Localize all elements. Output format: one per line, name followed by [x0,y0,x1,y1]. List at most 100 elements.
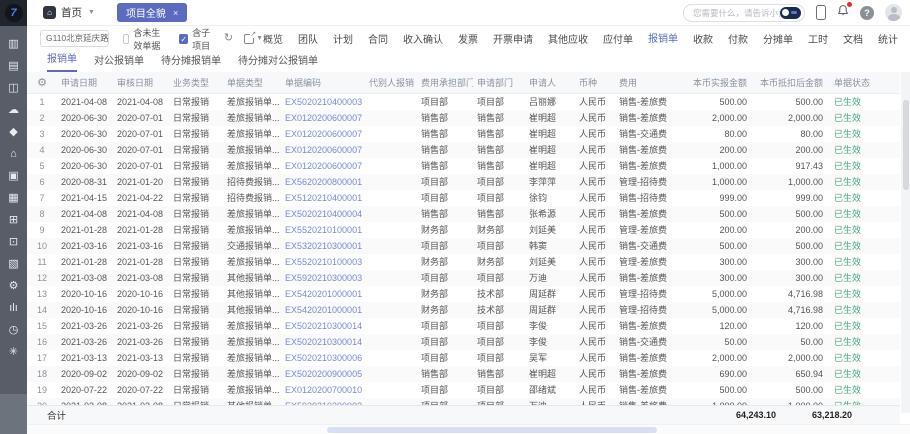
nav-item-发票[interactable]: 发票 [458,27,478,51]
app-logo[interactable]: 7 [0,0,27,26]
table-row[interactable]: 112021-01-282021-01-28日常报销差旅报销单...EX5520… [27,254,900,270]
doc-number-link[interactable]: EX0120200600007 [281,126,365,142]
doc-number-link[interactable]: EX0120200700010 [281,382,365,398]
table-row[interactable]: 162021-03-262021-03-26日常报销差旅报销单...EX5020… [27,334,900,350]
table-row[interactable]: 22020-06-302020-07-01日常报销差旅报销单...EX01202… [27,110,900,126]
nav-item-收款[interactable]: 收款 [693,27,713,51]
doc-number-link[interactable]: EX0120200600007 [281,158,365,174]
table-cell: 2021-03-16 [57,238,113,254]
table-row[interactable]: 202021-03-082021-03-08日常报销其他报销单...EX5920… [27,398,900,405]
close-icon[interactable]: × [173,8,178,18]
doc-number-link[interactable]: EX5520210100001 [281,222,365,238]
doc-number-link[interactable]: EX5920210300003 [281,270,365,286]
table-cell: 19 [27,382,57,398]
nav-item-计划[interactable]: 计划 [333,27,353,51]
nav-item-付款[interactable]: 付款 [728,27,748,51]
table-cell: 差旅报销单... [223,254,281,270]
bar-chart-icon[interactable]: ılı [0,302,27,315]
table-row[interactable]: 172021-03-132021-03-13日常报销差旅报销单...EX5020… [27,350,900,366]
doc-number-link[interactable]: EX5020210300006 [281,350,365,366]
kanban-icon[interactable]: ▥ [0,38,27,51]
subtab-对公报销单[interactable]: 对公报销单 [94,52,144,72]
briefcase-icon[interactable]: ⌂ [0,148,27,161]
table-row[interactable]: 42020-06-302020-07-01日常报销差旅报销单...EX01202… [27,142,900,158]
home-menu[interactable]: ⌂ 首页 ▼ [43,5,95,20]
project-select[interactable]: G110北京延庆路段工程造价… [40,30,109,47]
doc-number-link[interactable]: EX5020210400003 [281,94,365,110]
ai-assistant-toggle[interactable] [780,7,801,19]
table-row[interactable]: 182020-09-022020-09-02日常报销差旅报销单...EX5020… [27,366,900,382]
tab-project-overview[interactable]: 项目全貌 × [117,3,187,22]
nav-item-文档[interactable]: 文档 [843,27,863,51]
table-row[interactable]: 192020-07-222020-07-22日常报销差旅报销单...EX0120… [27,382,900,398]
doc-number-link[interactable]: EX5920210300003 [281,398,365,405]
report-icon[interactable]: ▤ [0,60,27,73]
nav-item-团队[interactable]: 团队 [298,27,318,51]
invoice-icon[interactable]: ⊡ [0,236,27,249]
nav-item-分摊单[interactable]: 分摊单 [763,27,793,51]
doc-number-link[interactable]: EX5020210300014 [281,334,365,350]
table-row[interactable]: 12021-04-082021-04-08日常报销差旅报销单...EX50202… [27,94,900,110]
table-cell: 7 [27,190,57,206]
table-row[interactable]: 32020-06-302020-07-01日常报销差旅报销单...EX01202… [27,126,900,142]
sidebar-bottom-strip [0,394,27,434]
nav-item-概览[interactable]: 概览 [263,27,283,51]
doc-number-link[interactable]: EX5420201000001 [281,302,365,318]
global-search-input[interactable]: 您需要什么，请告诉小企 [683,4,805,22]
horizontal-scrollbar[interactable] [27,424,910,434]
doc-number-link[interactable]: EX5620200800001 [281,174,365,190]
apps-grid-icon[interactable]: ⊞ [0,214,27,227]
table-row[interactable]: 152021-03-262021-03-26日常报销差旅报销单...EX5020… [27,318,900,334]
nav-item-其他应收[interactable]: 其他应收 [548,27,588,51]
help-button[interactable]: ? [860,6,874,20]
horizontal-scrollbar-thumb[interactable] [327,427,657,433]
vertical-scrollbar-thumb[interactable] [903,100,909,190]
export-button[interactable]: ▼ [244,34,263,44]
column-settings-gear-icon[interactable]: ⚙ [27,72,57,94]
subtab-报销单[interactable]: 报销单 [47,50,77,72]
chart-doc-icon[interactable]: ▧ [0,258,27,271]
doc-number-link[interactable]: EX0120200600007 [281,110,365,126]
notifications-button[interactable] [837,4,849,22]
doc-number-link[interactable]: EX5020210400004 [281,206,365,222]
doc-number-link[interactable]: EX5420201000001 [281,286,365,302]
table-row[interactable]: 52020-06-302020-07-01日常报销差旅报销单...EX01202… [27,158,900,174]
doc-number-link[interactable]: EX5120210400001 [281,190,365,206]
nav-item-应付单[interactable]: 应付单 [603,27,633,51]
asterisk-icon[interactable]: ✳ [0,346,27,359]
checkbox-include-subprojects[interactable]: ✓ 含子项目 [179,26,210,52]
table-row[interactable]: 102021-03-162021-03-16日常报销交通报销单...EX5320… [27,238,900,254]
table-row[interactable]: 92021-01-282021-01-28日常报销差旅报销单...EX55202… [27,222,900,238]
subtab-待分摊报销单[interactable]: 待分摊报销单 [161,52,221,72]
table-row[interactable]: 82021-04-082021-04-08日常报销差旅报销单...EX50202… [27,206,900,222]
gear-icon[interactable]: ⚙ [0,280,27,293]
nav-item-收入确认[interactable]: 收入确认 [403,27,443,51]
doc-number-link[interactable]: EX5320210300001 [281,238,365,254]
table-row[interactable]: 122021-03-082021-03-08日常报销其他报销单...EX5920… [27,270,900,286]
nav-item-合同[interactable]: 合同 [368,27,388,51]
checkbox-include-pending[interactable]: 含未生效单据 [123,26,166,52]
doc-number-link[interactable]: EX5520210100003 [281,254,365,270]
clock-icon[interactable]: ◷ [0,324,27,337]
mobile-app-icon[interactable] [816,5,826,20]
cloud-sync-icon[interactable]: ☁ [0,104,27,117]
shield-icon[interactable]: ◆ [0,126,27,139]
ledger-icon[interactable]: ◫ [0,82,27,95]
table-row[interactable]: 132020-10-162020-10-16日常报销其他报销单...EX5420… [27,286,900,302]
calendar-icon[interactable]: ▦ [0,192,27,205]
doc-number-link[interactable]: EX5020200900005 [281,366,365,382]
table-row[interactable]: 142020-10-162020-10-16日常报销其他报销单...EX5420… [27,302,900,318]
doc-number-link[interactable]: EX5020210300014 [281,318,365,334]
vertical-scrollbar[interactable] [901,72,910,413]
nav-item-统计[interactable]: 统计 [878,27,898,51]
nav-item-报销单[interactable]: 报销单 [648,26,678,52]
table-row[interactable]: 62020-08-312021-01-20日常报销招待费报销...EX56202… [27,174,900,190]
refresh-icon[interactable]: ↻ [224,33,233,44]
user-avatar[interactable] [885,4,902,21]
nav-item-工时[interactable]: 工时 [808,27,828,51]
subtab-待分摊对公报销单[interactable]: 待分摊对公报销单 [238,52,318,72]
doc-number-link[interactable]: EX0120200600007 [281,142,365,158]
nav-item-开票申请[interactable]: 开票申请 [493,27,533,51]
table-row[interactable]: 72021-04-152021-04-22日常报销招待费报销...EX51202… [27,190,900,206]
video-icon[interactable]: ▣ [0,170,27,183]
